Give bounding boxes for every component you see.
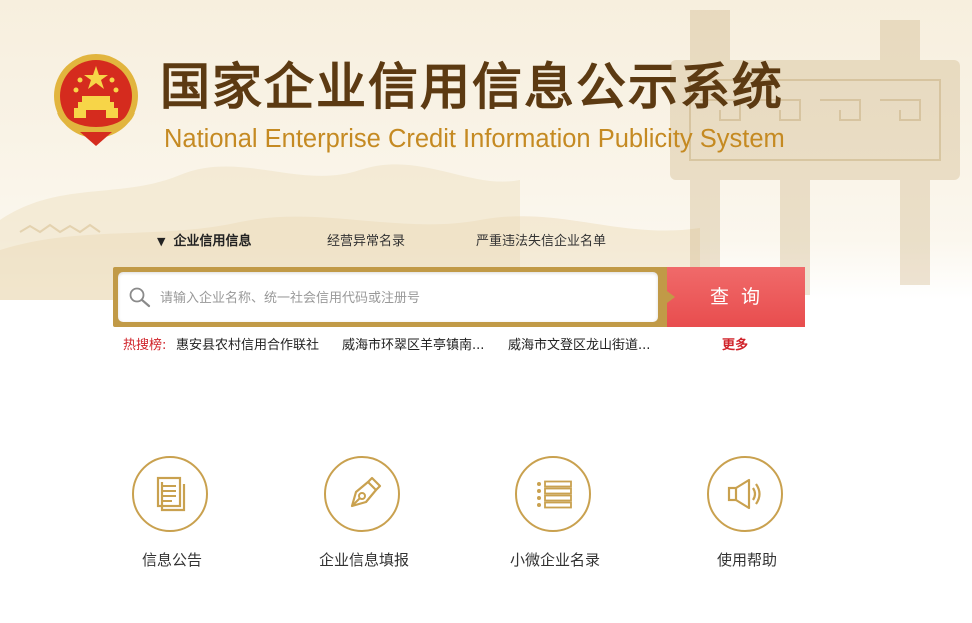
hot-search-bar: 热搜榜: 惠安县农村信用合作联社 威海市环翠区羊亭镇南... 威海市文登区龙山街…	[123, 336, 763, 356]
pen-nib-icon	[350, 476, 382, 508]
tab-label: 严重违法失信企业名单	[476, 234, 607, 249]
tab-enterprise-credit-info[interactable]: ▼ 企业信用信息	[157, 230, 251, 254]
tab-serious-violation-list[interactable]: 严重违法失信企业名单	[476, 230, 606, 254]
caret-down-icon: ▼	[157, 235, 166, 248]
hot-search-item[interactable]: 威海市环翠区羊亭镇南...	[342, 336, 484, 356]
search-input-frame	[113, 267, 669, 327]
hot-search-label: 热搜榜:	[123, 338, 167, 353]
national-emblem-icon	[54, 54, 138, 146]
tab-label: 经营异常名录	[327, 234, 406, 249]
feature-icon-circle	[515, 456, 591, 532]
feature-label: 企业信息填报	[318, 551, 409, 569]
search-button-label: 查询	[709, 286, 772, 308]
site-title-en: National Enterprise Credit Information P…	[164, 125, 785, 153]
feature-enterprise-info-report[interactable]: 企业信息填报	[269, 456, 459, 576]
search-input-container	[118, 272, 658, 322]
feature-usage-help[interactable]: 使用帮助	[652, 456, 842, 576]
hot-search-more-link[interactable]: 更多	[722, 336, 748, 356]
feature-label: 使用帮助	[716, 551, 777, 569]
site-title-cn: 国家企业信用信息公示系统	[160, 58, 784, 116]
hot-search-item[interactable]: 威海市文登区龙山街道...	[508, 336, 650, 356]
feature-icon-circle	[707, 456, 783, 532]
search-category-tabs: ▼ 企业信用信息 经营异常名录 严重违法失信企业名单	[0, 230, 972, 254]
document-list-icon	[156, 476, 186, 512]
feature-label: 小微企业名录	[509, 551, 600, 569]
speaker-icon	[727, 478, 761, 510]
hot-search-item[interactable]: 惠安县农村信用合作联社	[176, 336, 319, 356]
search-button[interactable]: 查询	[667, 267, 805, 327]
feature-info-announcement[interactable]: 信息公告	[77, 456, 267, 576]
header-banner: 国家企业信用信息公示系统 National Enterprise Credit …	[0, 0, 972, 300]
feature-label: 信息公告	[141, 551, 202, 569]
feature-small-micro-enterprise-list[interactable]: 小微企业名录	[460, 456, 650, 576]
feature-icon-circle	[324, 456, 400, 532]
tab-abnormal-operation-list[interactable]: 经营异常名录	[327, 230, 405, 254]
search-bar: 查询	[113, 267, 805, 327]
feature-icon-circle	[132, 456, 208, 532]
search-icon	[129, 287, 151, 308]
search-input[interactable]	[158, 285, 652, 311]
tab-label: 企业信用信息	[173, 234, 252, 249]
list-icon	[537, 480, 572, 509]
